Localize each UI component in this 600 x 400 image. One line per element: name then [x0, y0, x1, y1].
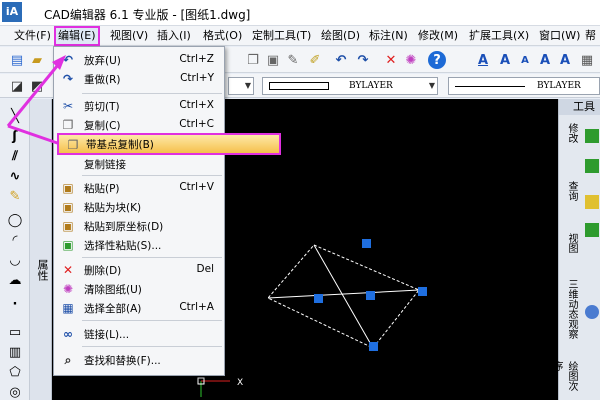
menu-item-copy-with-base-point[interactable]: ❐ 带基点复制(B)	[57, 133, 281, 155]
arrow-to-edit-menu	[6, 59, 64, 127]
annotation-arrows	[6, 55, 76, 152]
copy-base-point-icon: ❐	[67, 138, 79, 152]
menu-item-label: 带基点复制(B)	[86, 139, 154, 151]
